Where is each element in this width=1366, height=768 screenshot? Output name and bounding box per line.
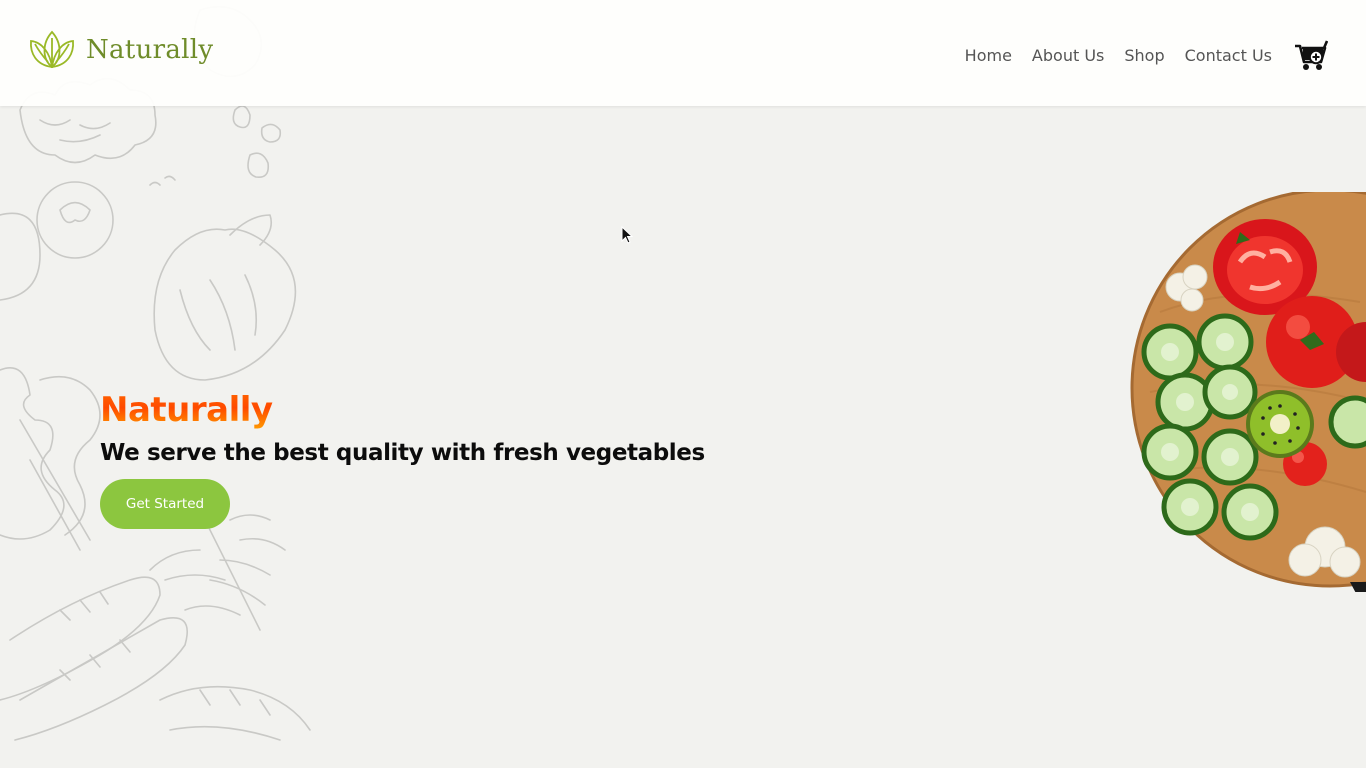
- leaf-logo-icon: [30, 30, 74, 69]
- hero-title: Naturally: [100, 388, 705, 432]
- nav-link-contact-us[interactable]: Contact Us: [1185, 46, 1272, 65]
- hero-tagline: We serve the best quality with fresh veg…: [100, 440, 705, 466]
- vegetable-sketch-background: [0, 5, 311, 741]
- site-logo[interactable]: Naturally: [28, 28, 213, 72]
- main-nav: Home About Us Shop Contact Us: [965, 46, 1272, 65]
- hero-section: Naturally We serve the best quality with…: [100, 388, 705, 529]
- nav-link-home[interactable]: Home: [965, 46, 1012, 65]
- vegetable-plate-image: [1130, 192, 1366, 592]
- cart-plus-icon[interactable]: [1294, 40, 1328, 72]
- nav-link-shop[interactable]: Shop: [1124, 46, 1164, 65]
- logo-text: Naturally: [86, 35, 214, 65]
- nav-link-about-us[interactable]: About Us: [1032, 46, 1104, 65]
- get-started-button[interactable]: Get Started: [100, 479, 230, 529]
- mouse-cursor-icon: [621, 226, 634, 244]
- site-header: Naturally Home About Us Shop Contact Us: [0, 0, 1366, 106]
